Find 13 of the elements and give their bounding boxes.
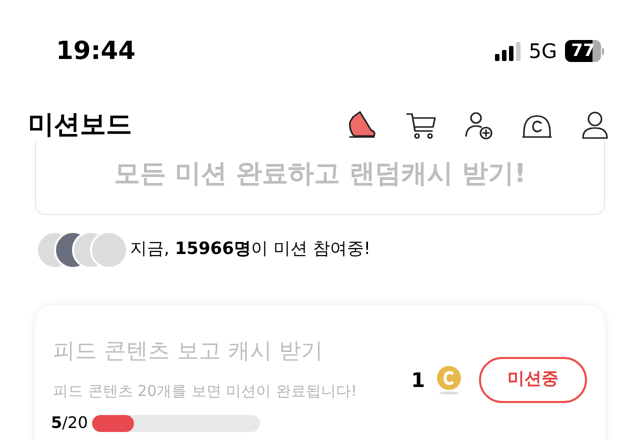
coin-icon [435,365,463,395]
status-time: 19:44 [56,35,136,68]
banner-text: 모든 미션 완료하고 랜덤캐시 받기! [114,158,526,191]
network-label: 5G [528,38,557,65]
signal-icon [494,41,521,61]
avatar [90,231,128,269]
progress-count: 5/20 [51,412,88,434]
mission-description: 피드 콘텐츠 20개를 보면 미션이 완료됩니다! [52,381,357,402]
mission-status-button[interactable]: 미션중 [479,357,587,403]
page-title: 미션보드 [28,108,132,142]
reward-amount: 1 [411,367,425,394]
mission-title: 피드 콘텐츠 보고 캐시 받기 [52,338,324,366]
participants-text: 지금, 15966명이 미션 참여중! [130,238,371,262]
